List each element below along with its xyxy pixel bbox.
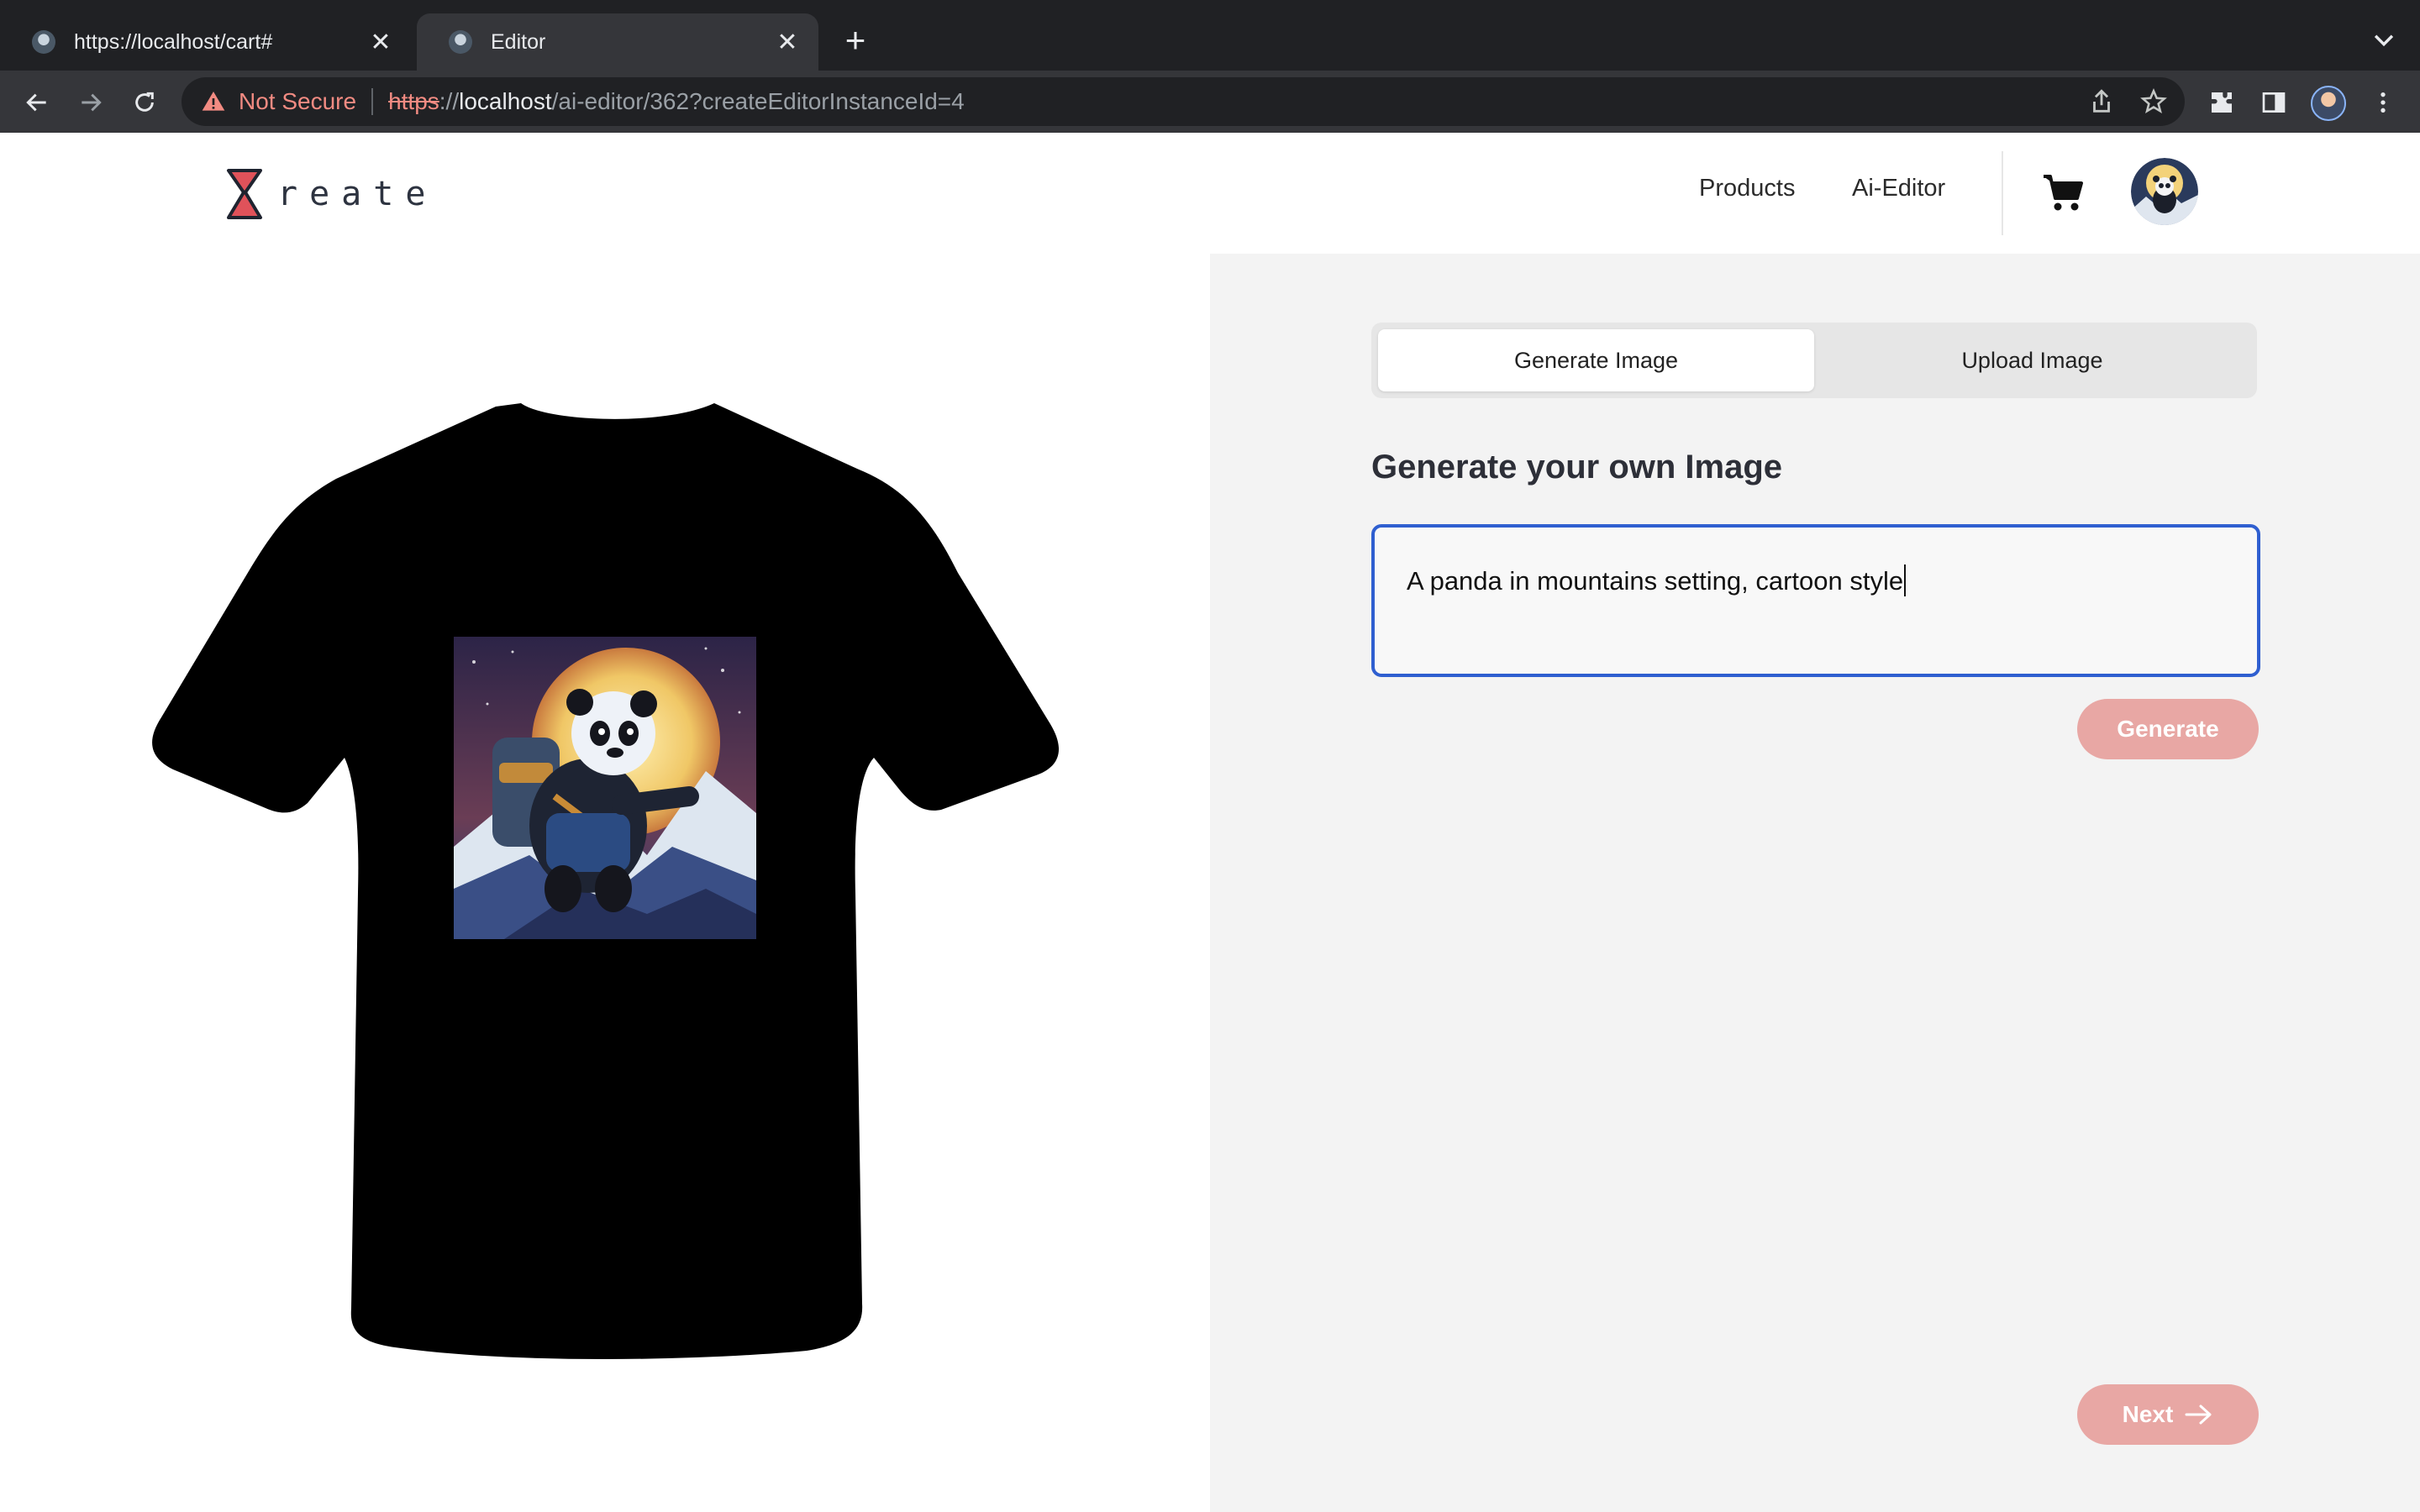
warning-icon [202,92,225,111]
tab-title: https://localhost/cart# [74,29,273,54]
url-host: localhost [459,88,552,114]
cart-icon[interactable] [2042,173,2084,213]
browser-tab-bar: https://localhost/cart# ✕ Editor ✕ + [0,0,2420,71]
kebab-menu-icon[interactable] [2366,86,2400,119]
address-bar[interactable]: Not Secure https://localhost/ai-editor/3… [182,77,2185,126]
forward-button[interactable] [72,84,109,121]
prompt-input[interactable]: A panda in mountains setting, cartoon st… [1371,524,2260,677]
new-tab-button[interactable]: + [839,23,872,58]
panda-favicon-icon [32,30,55,54]
panda-favicon-icon [449,30,472,54]
divider [371,88,374,115]
user-avatar[interactable] [2131,158,2198,225]
reload-button[interactable] [126,84,163,121]
security-label[interactable]: Not Secure [239,88,356,115]
url-separator: :// [439,88,460,114]
image-source-tabs: Generate Image Upload Image [1371,323,2257,398]
printed-design [454,637,756,939]
close-icon[interactable]: ✕ [366,28,395,56]
editor-panel: Generate Image Upload Image Generate you… [1210,254,2420,1512]
chevron-down-icon[interactable] [2370,25,2398,54]
extensions-icon[interactable] [2205,86,2238,119]
arrow-right-icon [82,93,102,112]
tshirt-mockup [152,403,1060,1359]
brand-logo[interactable]: reate [225,166,437,222]
browser-tab-cart[interactable]: https://localhost/cart# ✕ [0,13,412,71]
generate-button-label: Generate [2117,716,2219,742]
next-button[interactable]: Next [2077,1384,2259,1445]
section-heading: Generate your own Image [1371,449,1783,486]
product-preview [0,254,1210,1512]
back-button[interactable] [18,84,55,121]
next-button-label: Next [2122,1401,2174,1427]
header-divider [2002,151,2003,235]
nav-ai-editor[interactable]: Ai-Editor [1852,175,1945,202]
tab-title: Editor [491,29,546,54]
tab-upload-image[interactable]: Upload Image [1814,329,2250,391]
arrow-right-icon [2185,1404,2212,1425]
browser-toolbar: Not Secure https://localhost/ai-editor/3… [0,71,2420,133]
side-panel-icon[interactable] [2257,86,2291,119]
text-caret [1904,564,1907,596]
close-icon[interactable]: ✕ [773,28,802,56]
url-path: /ai-editor/362?createEditorInstanceId=4 [551,88,965,114]
star-icon[interactable] [2139,87,2168,116]
app-header: reate Products Ai-Editor [0,133,2420,254]
logo-text: reate [277,175,438,213]
browser-tab-editor[interactable]: Editor ✕ [417,13,818,71]
arrow-left-icon [26,93,46,112]
logo-mark-icon [227,169,262,219]
url-scheme: https [388,88,439,114]
tab-generate-image[interactable]: Generate Image [1378,329,1814,391]
prompt-text: A panda in mountains setting, cartoon st… [1407,566,1904,596]
generate-button[interactable]: Generate [2077,699,2259,759]
share-icon[interactable] [2087,87,2116,116]
nav-products[interactable]: Products [1699,175,1795,202]
reload-icon [135,92,154,112]
browser-profile-avatar[interactable] [2311,86,2346,121]
